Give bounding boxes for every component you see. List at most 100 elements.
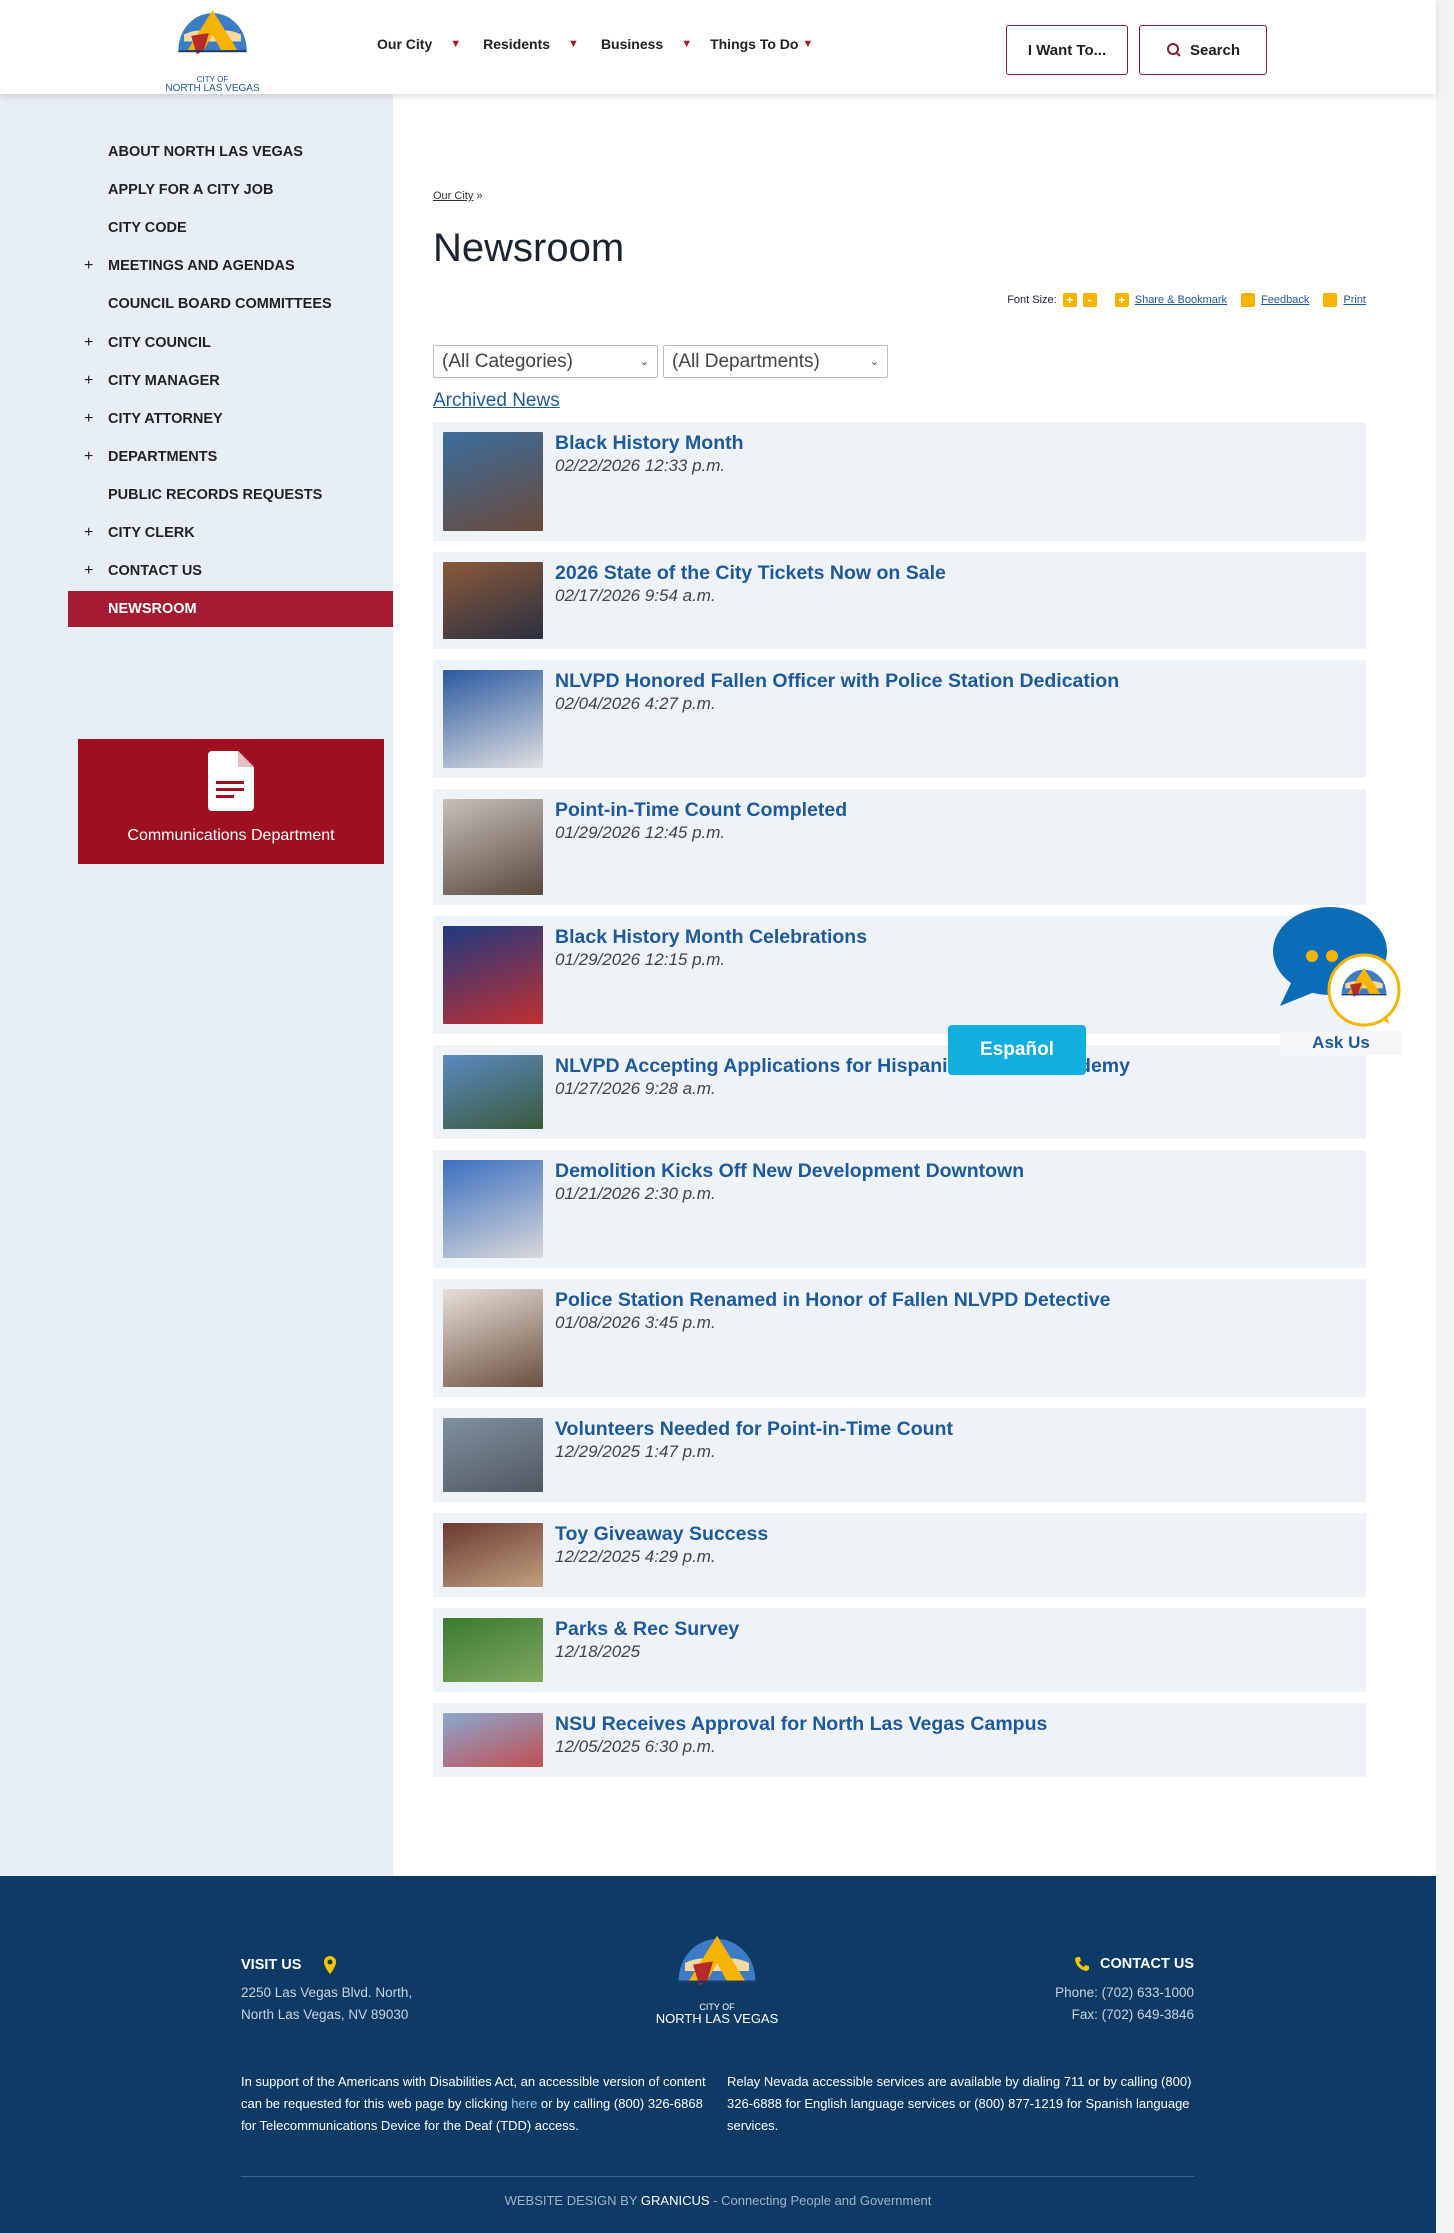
caret-down-icon: ▼ — [568, 38, 579, 50]
select-value: (All Departments) — [672, 350, 820, 372]
breadcrumb-link[interactable]: Our City — [433, 190, 473, 202]
news-title-link[interactable]: Point-in-Time Count Completed — [555, 799, 847, 822]
logo-text: CITY OF NORTH LAS VEGAS — [655, 2002, 779, 2026]
nav-residents[interactable]: Residents ▼ — [483, 36, 579, 52]
plus-icon[interactable]: + — [84, 410, 93, 428]
logo-text: CITY OF NORTH LAS VEGAS — [165, 75, 260, 94]
espanol-button[interactable]: Español — [948, 1025, 1086, 1075]
news-thumbnail[interactable] — [443, 432, 543, 531]
news-thumbnail[interactable] — [443, 562, 543, 639]
news-title-link[interactable]: Volunteers Needed for Point-in-Time Coun… — [555, 1418, 953, 1441]
news-thumbnail[interactable] — [443, 1055, 543, 1129]
news-text: Point-in-Time Count Completed 01/29/2026 … — [555, 799, 847, 895]
plus-icon[interactable]: + — [84, 334, 93, 352]
news-title-link[interactable]: Black History Month Celebrations — [555, 926, 867, 949]
sidebar-item[interactable]: + CONTACT US — [0, 553, 393, 589]
city-logo[interactable]: CITY OF NORTH LAS VEGAS — [155, 6, 270, 94]
nav-business[interactable]: Business ▼ — [601, 36, 692, 52]
share-bookmark-link[interactable]: Share & Bookmark — [1135, 294, 1227, 306]
font-decrease-icon[interactable]: - — [1082, 293, 1097, 307]
sidebar-item[interactable]: + CITY MANAGER — [0, 363, 393, 399]
footer-logo[interactable]: CITY OF NORTH LAS VEGAS — [652, 1931, 782, 2026]
sidebar-item[interactable]: + DEPARTMENTS — [0, 439, 393, 475]
news-title-link[interactable]: NSU Receives Approval for North Las Vega… — [555, 1713, 1047, 1736]
sidebar-item[interactable]: + MEETINGS AND AGENDAS — [0, 248, 393, 284]
breadcrumb: Our City » — [433, 190, 483, 202]
news-thumbnail[interactable] — [443, 670, 543, 768]
news-thumbnail[interactable] — [443, 1289, 543, 1387]
relay-notice: Relay Nevada accessible services are ava… — [727, 2074, 1192, 2133]
news-title-link[interactable]: Police Station Renamed in Honor of Falle… — [555, 1289, 1110, 1312]
plus-icon[interactable]: + — [84, 257, 93, 275]
search-button[interactable]: Search — [1139, 25, 1267, 75]
contact-us-heading: CONTACT US — [1074, 1956, 1194, 1972]
news-date: 01/21/2026 2:30 p.m. — [555, 1184, 716, 1203]
feedback-link[interactable]: Feedback — [1261, 294, 1309, 306]
news-thumbnail[interactable] — [443, 1160, 543, 1258]
news-text: Demolition Kicks Off New Development Dow… — [555, 1160, 1024, 1258]
chat-bubble-icon — [1273, 907, 1401, 1027]
sidebar-item-label: NEWSROOM — [108, 601, 197, 617]
news-title-link[interactable]: Black History Month — [555, 432, 744, 455]
plus-icon[interactable]: + — [84, 562, 93, 580]
font-increase-icon[interactable]: + — [1062, 293, 1077, 307]
map-pin-icon — [324, 1956, 337, 1974]
heading-text: CONTACT US — [1100, 1956, 1194, 1972]
news-thumbnail[interactable] — [443, 1418, 543, 1492]
news-title-link[interactable]: Demolition Kicks Off New Development Dow… — [555, 1160, 1024, 1183]
news-thumbnail[interactable] — [443, 799, 543, 895]
sidebar-item[interactable]: + CITY COUNCIL — [0, 325, 393, 361]
sidebar-item[interactable]: NEWSROOM — [68, 591, 393, 627]
news-item: 2026 State of the City Tickets Now on Sa… — [433, 552, 1366, 649]
plus-icon[interactable]: + — [84, 524, 93, 542]
sidebar-item[interactable]: CITY CODE — [0, 210, 393, 246]
department-select[interactable]: (All Departments) ⌄ — [663, 345, 888, 378]
news-date: 02/17/2026 9:54 a.m. — [555, 586, 716, 605]
news-thumbnail[interactable] — [443, 1618, 543, 1682]
news-date: 01/29/2026 12:15 p.m. — [555, 950, 726, 969]
news-thumbnail[interactable] — [443, 1523, 543, 1587]
news-date: 02/04/2026 4:27 p.m. — [555, 694, 716, 713]
sidebar: NEWSROOM + CONTACT US + CITY CLERK PUBLIC REC… — [0, 94, 393, 1876]
search-icon — [1166, 43, 1181, 57]
phone-icon — [1075, 1957, 1090, 1971]
archived-news-link[interactable]: Archived News — [433, 390, 560, 412]
sidebar-item-label: CITY MANAGER — [108, 372, 220, 389]
sidebar-item[interactable]: APPLY FOR A CITY JOB — [0, 172, 393, 208]
news-title-link[interactable]: Toy Giveaway Success — [555, 1523, 768, 1546]
address-line: 2250 Las Vegas Blvd. North, — [241, 1985, 413, 2000]
plus-icon[interactable]: + — [84, 372, 93, 390]
news-thumbnail[interactable] — [443, 1713, 543, 1767]
nav-our-city[interactable]: Our City ▼ — [377, 36, 461, 52]
news-title-link[interactable]: 2026 State of the City Tickets Now on Sa… — [555, 562, 946, 585]
category-select[interactable]: (All Categories) ⌄ — [433, 345, 658, 378]
news-text: NLVPD Honored Fallen Officer with Police… — [555, 670, 1119, 768]
nav-label: Our City — [377, 36, 433, 52]
print-link[interactable]: Print — [1343, 294, 1366, 306]
granicus-link[interactable]: GRANICUS — [641, 2193, 710, 2208]
nav-things-to-do[interactable]: Things To Do ▼ — [710, 36, 813, 52]
news-title-link[interactable]: Parks & Rec Survey — [555, 1618, 739, 1641]
news-text: Black History Month 02/22/2026 12:33 p.m. — [555, 432, 744, 531]
address-line: North Las Vegas, NV 89030 — [241, 2007, 409, 2022]
plus-icon[interactable]: + — [84, 448, 93, 466]
ada-notice: In support of the Americans with Disabil… — [241, 2071, 709, 2137]
fax-number: Fax: (702) 649-3846 — [1071, 2007, 1194, 2022]
news-title-link[interactable]: NLVPD Honored Fallen Officer with Police… — [555, 670, 1119, 693]
ask-us-widget[interactable]: Ask Us — [1272, 906, 1402, 1056]
news-thumbnail[interactable] — [443, 926, 543, 1024]
address: 2250 Las Vegas Blvd. North, North Las Veg… — [241, 1982, 412, 2026]
sidebar-item[interactable]: PUBLIC RECORDS REQUESTS — [0, 477, 393, 513]
sidebar-item[interactable]: + CITY ATTORNEY — [0, 401, 393, 437]
sidebar-item[interactable]: ABOUT NORTH LAS VEGAS — [0, 134, 393, 170]
nav-label: Things To Do — [710, 36, 799, 52]
communications-department-box[interactable]: Communications Department — [78, 739, 384, 864]
news-text: Volunteers Needed for Point-in-Time Coun… — [555, 1418, 953, 1492]
news-date: 12/18/2025 — [555, 1642, 641, 1661]
sidebar-item[interactable]: + CITY CLERK — [0, 515, 393, 551]
sidebar-item[interactable]: COUNCIL BOARD COMMITTEES — [0, 286, 393, 322]
i-want-to-button[interactable]: I Want To... — [1006, 25, 1128, 75]
news-date: 01/29/2026 12:45 p.m. — [555, 823, 726, 842]
site-footer: VISIT US 2250 Las Vegas Blvd. North, Nort… — [0, 1876, 1436, 2233]
ada-here-link[interactable]: here — [511, 2096, 537, 2111]
